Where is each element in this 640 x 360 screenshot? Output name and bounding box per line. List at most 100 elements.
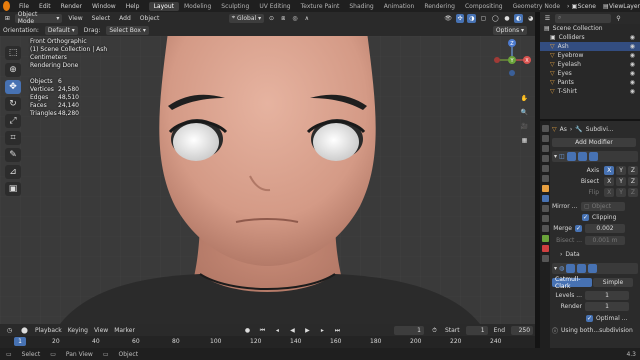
editor-type-icon[interactable]: ⊞ bbox=[3, 14, 12, 23]
axis-z-toggle[interactable]: Z bbox=[627, 166, 638, 175]
menu-view[interactable]: View bbox=[94, 327, 108, 334]
blender-logo-icon[interactable] bbox=[3, 1, 10, 11]
tab-rendering[interactable]: Rendering bbox=[419, 2, 460, 11]
render-toggle-icon[interactable] bbox=[588, 264, 598, 273]
next-key-icon[interactable]: ▸ bbox=[318, 326, 327, 335]
toggle-icon[interactable]: ⬤ bbox=[20, 326, 29, 335]
tab-uv-editing[interactable]: UV Editing bbox=[254, 2, 295, 11]
hand-pan-icon[interactable]: ✋ bbox=[520, 94, 529, 103]
object-tab-icon[interactable] bbox=[541, 185, 549, 192]
gizmo-neg-x[interactable] bbox=[494, 57, 500, 63]
tab-modeling[interactable]: Modeling bbox=[179, 2, 216, 11]
transform-orientation-selector[interactable]: ⌖ Global ▾ bbox=[228, 13, 265, 23]
tab-shading[interactable]: Shading bbox=[344, 2, 378, 11]
tab-geometry-nodes[interactable]: Geometry Node bbox=[508, 2, 565, 11]
menu-view[interactable]: View bbox=[65, 15, 85, 22]
bisect-y-toggle[interactable]: Y bbox=[616, 177, 626, 186]
scale-tool-icon[interactable]: ⤢ bbox=[5, 114, 21, 128]
menu-marker[interactable]: Marker bbox=[114, 327, 135, 334]
tab-animation[interactable]: Animation bbox=[379, 2, 420, 11]
outliner-item[interactable]: ▽ Eyes ◉ bbox=[540, 69, 640, 78]
optimal-display-checkbox[interactable]: ✓ bbox=[586, 315, 593, 322]
options-button[interactable]: Options ▾ bbox=[492, 25, 527, 35]
menu-help[interactable]: Help bbox=[121, 3, 145, 10]
edit-mode-toggle-icon[interactable] bbox=[566, 264, 576, 273]
prev-key-icon[interactable]: ◂ bbox=[273, 326, 282, 335]
outliner-item[interactable]: ▽ Eyebrow ◉ bbox=[540, 51, 640, 60]
scene-tab-icon[interactable] bbox=[541, 165, 549, 172]
modifier-tab-icon[interactable] bbox=[541, 195, 549, 202]
mirror-modifier-header[interactable]: ▾ ◫ bbox=[552, 151, 638, 162]
render-toggle-icon[interactable] bbox=[588, 152, 598, 161]
tab-compositing[interactable]: Compositing bbox=[460, 2, 508, 11]
record-icon[interactable]: ● bbox=[243, 326, 252, 335]
edit-mode-toggle-icon[interactable] bbox=[566, 152, 576, 161]
playhead[interactable]: 1 bbox=[14, 337, 26, 346]
simple-button[interactable]: Simple bbox=[593, 278, 633, 287]
overlay-toggle-icon[interactable]: ◑ bbox=[467, 13, 477, 23]
eye-icon[interactable]: ◉ bbox=[630, 79, 635, 86]
menu-select[interactable]: Select bbox=[89, 15, 114, 22]
camera-view-icon[interactable]: 🎥 bbox=[520, 122, 529, 131]
bisect-z-toggle[interactable]: Z bbox=[627, 177, 638, 186]
orientation-dropdown[interactable]: Default ▾ bbox=[44, 25, 78, 35]
bisect-x-toggle[interactable]: X bbox=[604, 177, 615, 186]
menu-object[interactable]: Object bbox=[137, 15, 163, 22]
view-layer-selector[interactable]: ViewLayer bbox=[609, 3, 640, 10]
tab-layout[interactable]: Layout bbox=[148, 1, 179, 11]
axis-x-toggle[interactable]: X bbox=[604, 166, 615, 175]
tab-sculpting[interactable]: Sculpting bbox=[216, 2, 254, 11]
filter-icon[interactable]: ⚲ bbox=[614, 14, 623, 23]
clipping-checkbox[interactable]: ✓ bbox=[582, 214, 589, 221]
navigation-gizmo[interactable]: Z X Y bbox=[492, 38, 532, 78]
output-tab-icon[interactable] bbox=[541, 145, 549, 152]
play-reverse-icon[interactable]: ◀ bbox=[288, 326, 297, 335]
outliner-item[interactable]: ▣ Colliders ◉ bbox=[540, 33, 640, 42]
flip-y-toggle[interactable]: Y bbox=[616, 188, 626, 197]
outliner-item[interactable]: ▽ T-Shirt ◉ bbox=[540, 87, 640, 96]
outliner-item[interactable]: ▽ Eyelash ◉ bbox=[540, 60, 640, 69]
eye-icon[interactable]: ◉ bbox=[630, 34, 635, 41]
eye-icon[interactable]: ◉ bbox=[630, 70, 635, 77]
menu-add[interactable]: Add bbox=[116, 15, 134, 22]
particles-tab-icon[interactable] bbox=[541, 205, 549, 212]
outliner-root[interactable]: ▤ Scene Collection bbox=[540, 24, 640, 33]
axis-y-toggle[interactable]: Y bbox=[616, 166, 626, 175]
data-subpanel[interactable]: › Data bbox=[552, 251, 638, 258]
mode-selector[interactable]: Object Mode ▾ bbox=[14, 11, 63, 25]
bisect-distance-field[interactable]: 0.001 m bbox=[585, 236, 625, 245]
scene-selector[interactable]: Scene bbox=[578, 3, 603, 10]
proportional-edit-icon[interactable]: ◎ bbox=[291, 14, 300, 23]
grid-icon[interactable]: ▦ bbox=[520, 136, 529, 145]
catmull-clark-button[interactable]: Catmull-Clark bbox=[552, 276, 592, 290]
texture-tab-icon[interactable] bbox=[541, 255, 549, 262]
end-frame-field[interactable]: 250 bbox=[511, 325, 534, 335]
pivot-icon[interactable]: ⊙ bbox=[267, 14, 276, 23]
constraints-tab-icon[interactable] bbox=[541, 225, 549, 232]
eye-icon[interactable]: ◉ bbox=[630, 43, 635, 50]
menu-render[interactable]: Render bbox=[56, 3, 87, 10]
drag-dropdown[interactable]: Select Box ▾ bbox=[106, 25, 149, 35]
world-tab-icon[interactable] bbox=[541, 175, 549, 182]
menu-keying[interactable]: Keying bbox=[68, 327, 88, 334]
start-frame-field[interactable]: 1 bbox=[465, 325, 488, 335]
physics-tab-icon[interactable] bbox=[541, 215, 549, 222]
falloff-icon[interactable]: ∧ bbox=[302, 14, 311, 23]
visibility-icon[interactable]: 👁 bbox=[444, 14, 453, 23]
zoom-icon[interactable]: 🔍 bbox=[520, 108, 529, 117]
jump-start-icon[interactable]: ⏮ bbox=[258, 326, 267, 335]
shading-rendered-icon[interactable]: ◕ bbox=[526, 14, 535, 23]
merge-distance-field[interactable]: 0.002 bbox=[585, 224, 625, 233]
shading-solid-icon[interactable]: ● bbox=[503, 14, 512, 23]
subdivision-modifier-header[interactable]: ▾ ◍ bbox=[552, 263, 638, 274]
menu-playback[interactable]: Playback bbox=[35, 327, 62, 334]
flip-z-toggle[interactable]: Z bbox=[627, 188, 638, 197]
data-tab-icon[interactable] bbox=[541, 235, 549, 242]
render-levels-field[interactable]: 1 bbox=[585, 302, 629, 311]
measure-tool-icon[interactable]: ⊿ bbox=[5, 165, 21, 179]
outliner-search-input[interactable]: ⌕ bbox=[555, 13, 611, 23]
cursor-tool-icon[interactable]: ⊕ bbox=[5, 63, 21, 77]
mirror-object-field[interactable]: ▢ Object bbox=[581, 202, 625, 211]
shading-wireframe-icon[interactable]: ◯ bbox=[491, 14, 500, 23]
transform-tool-icon[interactable]: ⌗ bbox=[5, 131, 21, 145]
